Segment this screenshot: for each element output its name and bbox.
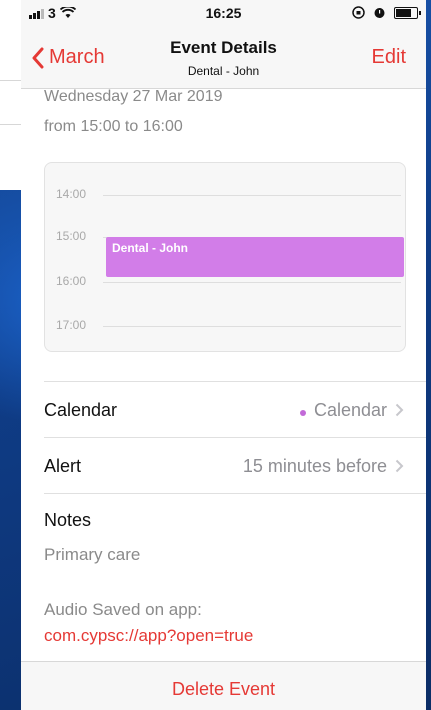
alert-value: 15 minutes before [242,455,387,476]
divider [44,381,426,382]
calendar-value-group: Calendar [299,399,404,421]
event-block[interactable]: Dental - John [106,237,404,277]
notes-heading: Notes [44,510,92,530]
edit-button[interactable]: Edit [372,46,406,69]
page-subtitle: Dental - John [187,64,260,78]
divider [44,493,426,494]
page-title: Event Details [170,38,277,57]
status-bar: 3 16:25 [21,0,426,26]
navigation-bar: March Event Details Dental - John Edit [21,26,426,89]
chevron-right-icon [395,403,404,417]
chevron-right-icon [395,459,404,473]
calendar-value: Calendar [313,399,387,420]
alarm-icon [374,8,385,18]
divider [44,437,426,438]
event-date: Wednesday 27 Mar 2019 [44,88,223,105]
hour-label: 14:00 [56,187,87,201]
alert-value-group: 15 minutes before [243,456,404,477]
phone-screen: 3 16:25 March Event Details Dental - Joh… [21,0,426,710]
calendar-label: Calendar [44,399,118,420]
calendar-row[interactable]: Calendar Calendar [44,384,426,436]
day-preview[interactable]: 14:00 15:00 16:00 17:00 Dental - John [44,162,406,352]
orientation-lock-icon [352,6,365,19]
event-time-range: from 15:00 to 16:00 [44,118,183,135]
hour-line [103,282,401,283]
notes-body: Primary care [44,545,141,564]
delete-event-button[interactable]: Delete Event [21,679,426,700]
alert-row[interactable]: Alert 15 minutes before [44,440,426,492]
alert-label: Alert [44,455,82,476]
hour-label: 17:00 [56,318,87,332]
hour-label: 15:00 [56,229,87,243]
calendar-color-dot [299,409,306,416]
hour-label: 16:00 [56,274,87,288]
battery-icon [394,6,421,19]
app-link[interactable]: com.cypsc://app?open=true [44,626,253,646]
footer-bar: Delete Event [21,661,426,710]
hour-line [103,195,401,196]
status-icons [352,6,421,19]
audio-note: Audio Saved on app: [44,600,202,619]
hour-line [103,326,401,327]
